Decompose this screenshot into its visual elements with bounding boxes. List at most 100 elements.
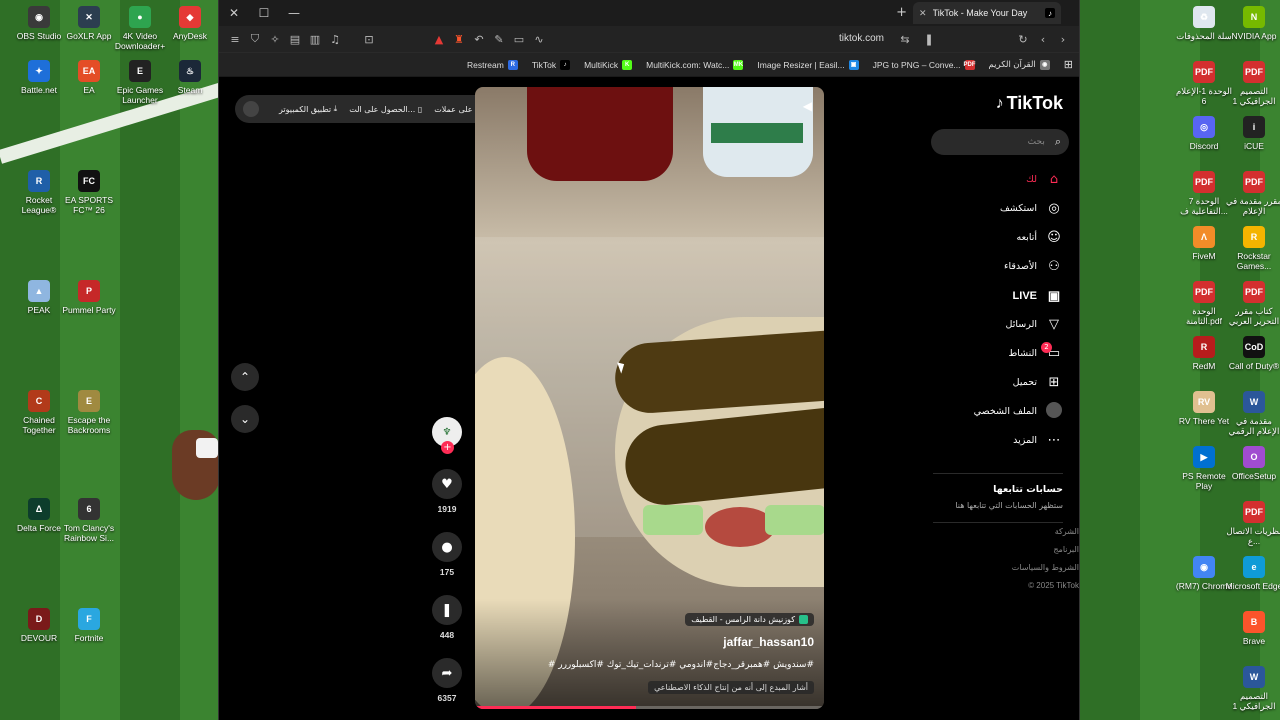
follow-plus-icon[interactable]: + bbox=[441, 441, 454, 454]
edge-icon: e bbox=[1243, 556, 1265, 578]
nav-profile[interactable]: الملف الشخصي bbox=[943, 397, 1063, 426]
alert-icon[interactable]: ▲ bbox=[429, 29, 449, 49]
cast-icon[interactable]: ▭ bbox=[509, 29, 529, 49]
nav-for-you[interactable]: لك ⌂ bbox=[943, 165, 1063, 194]
bookmark-item[interactable]: MultiKick K bbox=[584, 59, 633, 70]
previous-video-button[interactable]: ⌃ bbox=[231, 363, 259, 391]
bookmark-label: MultiKick bbox=[584, 59, 619, 70]
footer-program-link[interactable]: البرنامج bbox=[999, 541, 1079, 559]
footer-company-link[interactable]: الشركة bbox=[999, 523, 1079, 541]
nav-explore[interactable]: استكشف ◎ bbox=[943, 194, 1063, 223]
extensions-icon[interactable]: ✧ bbox=[265, 29, 285, 49]
forward-icon[interactable]: › bbox=[1053, 29, 1073, 49]
nav-messages[interactable]: الرسائل ▽ bbox=[943, 310, 1063, 339]
pen-icon[interactable]: ✎ bbox=[489, 29, 509, 49]
screenshot-icon[interactable]: ⊡ bbox=[359, 29, 379, 49]
desktop-shortcut[interactable]: FC EA SPORTS FC™ 26 bbox=[60, 170, 118, 215]
desktop-shortcut-label: Rockstar Games... bbox=[1236, 251, 1272, 271]
rv-there-yet-icon: RV bbox=[1193, 391, 1215, 413]
tiktok-logo[interactable]: ♪ TikTok bbox=[996, 93, 1063, 114]
desktop-shortcut[interactable]: O OfficeSetup bbox=[1225, 446, 1280, 481]
minimize-window-icon[interactable]: — bbox=[279, 0, 309, 26]
desktop-shortcut[interactable]: F Fortnite bbox=[60, 608, 118, 643]
search-input[interactable]: بحث ⌕ bbox=[931, 129, 1069, 155]
desktop-shortcut[interactable]: R Rockstar Games... bbox=[1225, 226, 1280, 271]
pdf-file-icon: PDF bbox=[1193, 281, 1215, 303]
menu-item-label: الملف الشخصي bbox=[973, 406, 1037, 417]
volume-icon[interactable]: ◀ bbox=[803, 99, 812, 113]
desktop-shortcut[interactable]: W التصميم الجرافيكي 1 bbox=[1225, 666, 1280, 711]
location-tag[interactable]: كوزنيش دانة الرامس - القطيف bbox=[685, 613, 814, 626]
browser-tab[interactable]: ✕ TikTok - Make Your Day ♪ bbox=[913, 2, 1061, 24]
bookmark-icon[interactable]: ❚ bbox=[919, 29, 939, 49]
nav-following[interactable]: أتابعه ☺ bbox=[943, 223, 1063, 252]
wave-icon[interactable]: ∿ bbox=[529, 29, 549, 49]
share-button[interactable]: ➦ bbox=[432, 658, 462, 688]
desktop-shortcut[interactable]: CoD Call of Duty® bbox=[1225, 336, 1280, 371]
nav-more[interactable]: المزيد ⋯ bbox=[943, 426, 1063, 455]
address-bar[interactable]: tiktok.com bbox=[839, 33, 884, 44]
desktop-shortcut[interactable]: EA EA bbox=[60, 60, 118, 95]
close-window-icon[interactable]: ✕ bbox=[219, 0, 249, 26]
bookmark-item[interactable]: JPG to PNG – Conve... PDF bbox=[873, 59, 976, 70]
desktop-shortcut[interactable]: B Brave bbox=[1225, 611, 1280, 646]
shield-icon[interactable]: ⛉ bbox=[245, 29, 265, 49]
back-icon[interactable]: ‹ bbox=[1033, 29, 1053, 49]
desktop-app-link[interactable]: تطبيق الكمبيوتر ⤓ bbox=[279, 104, 337, 114]
video-caption: #سندويش #همبرقر_دجاج#اندومي #ترندات_تيك_… bbox=[547, 660, 814, 670]
close-tab-icon[interactable]: ✕ bbox=[919, 8, 927, 19]
nav-live[interactable]: LIVE ▣ bbox=[943, 281, 1063, 310]
following-accounts-section: حسابات تتابعها ستظهر الحسابات التي تتابع… bbox=[933, 473, 1063, 523]
bookmark-item[interactable]: Image Resizer | Easil... ▣ bbox=[757, 59, 859, 70]
video-author[interactable]: jaffar_hassan10 bbox=[723, 635, 814, 649]
desktop-shortcut[interactable]: PDF التصميم الجرافيكي 1 bbox=[1225, 61, 1280, 106]
footer-terms-link[interactable]: الشروط والسياسات bbox=[999, 559, 1079, 577]
bookmark-item[interactable]: القرآن الكريم ◉ bbox=[989, 59, 1050, 70]
desktop-shortcut[interactable]: E Escape the Backrooms bbox=[60, 390, 118, 435]
creator-avatar[interactable]: ♆ + bbox=[432, 417, 462, 454]
desktop-shortcut[interactable]: i iCUE bbox=[1225, 116, 1280, 151]
bookmark-item[interactable]: TikTok ♪ bbox=[532, 59, 571, 70]
tabs-icon[interactable]: ▤ bbox=[285, 29, 305, 49]
like-button[interactable]: ♥ bbox=[432, 469, 462, 499]
desktop-shortcut[interactable]: e Microsoft Edge bbox=[1225, 556, 1280, 591]
player-wristband bbox=[196, 438, 218, 458]
tiktok-logo-text: TikTok bbox=[1006, 93, 1063, 113]
desktop-shortcut[interactable]: N NVIDIA App bbox=[1225, 6, 1280, 41]
nav-friends[interactable]: الأصدقاء ⚇ bbox=[943, 252, 1063, 281]
nav-activity[interactable]: النشاط ▭ 2 bbox=[943, 339, 1063, 368]
recycle-bin-icon: ♻ bbox=[1193, 6, 1215, 28]
desktop-shortcut[interactable]: 6 Tom Clancy's Rainbow Si... bbox=[60, 498, 118, 543]
get-app-link[interactable]: الحصول على الت... ▯ bbox=[349, 105, 422, 114]
sidebar-icon[interactable]: ▥ bbox=[305, 29, 325, 49]
bookmark-item[interactable]: MultiKick.com: Watc... MK bbox=[646, 59, 744, 70]
word-file-icon: W bbox=[1243, 666, 1265, 688]
desktop-shortcut[interactable]: W مقدمة في الإعلام الرقمي bbox=[1225, 391, 1280, 436]
reload-icon[interactable]: ↻ bbox=[1013, 29, 1033, 49]
save-button[interactable]: ❚ bbox=[432, 595, 462, 625]
desktop-shortcut[interactable]: ♨ Steam bbox=[161, 60, 219, 95]
new-tab-icon[interactable]: + bbox=[896, 5, 907, 20]
search-icon[interactable]: ⌕ bbox=[1055, 135, 1061, 149]
desktop-shortcut[interactable]: P Pummel Party bbox=[60, 280, 118, 315]
undo-icon[interactable]: ↶ bbox=[469, 29, 489, 49]
desktop-shortcut[interactable]: ✕ GoXLR App bbox=[60, 6, 118, 41]
menu-icon[interactable]: ≡ bbox=[225, 29, 245, 49]
bookmark-item[interactable]: Restream R bbox=[467, 59, 518, 70]
nav-upload[interactable]: تحميل ⊞ bbox=[943, 368, 1063, 397]
comment-button[interactable]: ● bbox=[432, 532, 462, 562]
site-settings-icon[interactable]: ⇆ bbox=[895, 29, 915, 49]
rainbow-six-icon: 6 bbox=[78, 498, 100, 520]
desktop-shortcut[interactable]: PDF كتاب مقرر التحرير العربي bbox=[1225, 281, 1280, 326]
brave-shield-icon[interactable]: ♜ bbox=[449, 29, 469, 49]
next-video-button[interactable]: ⌄ bbox=[231, 405, 259, 433]
desktop-shortcut[interactable]: PDF نظريات الاتصال ع... bbox=[1225, 501, 1280, 546]
obs-studio-icon: ◉ bbox=[28, 6, 50, 28]
video-player[interactable]: ◀ كوزنيش دانة الرامس - القطيف jaffar_has… bbox=[475, 87, 824, 709]
music-icon[interactable]: ♫ bbox=[325, 29, 345, 49]
tiktok-favicon-icon: ♪ bbox=[1045, 8, 1055, 18]
apps-grid-icon[interactable]: ⊞ bbox=[1064, 58, 1073, 71]
desktop-shortcut[interactable]: PDF مقرر مقدمة في الإعلام bbox=[1225, 171, 1280, 216]
maximize-window-icon[interactable]: ☐ bbox=[249, 0, 279, 26]
desktop-shortcut[interactable]: ◆ AnyDesk bbox=[161, 6, 219, 41]
